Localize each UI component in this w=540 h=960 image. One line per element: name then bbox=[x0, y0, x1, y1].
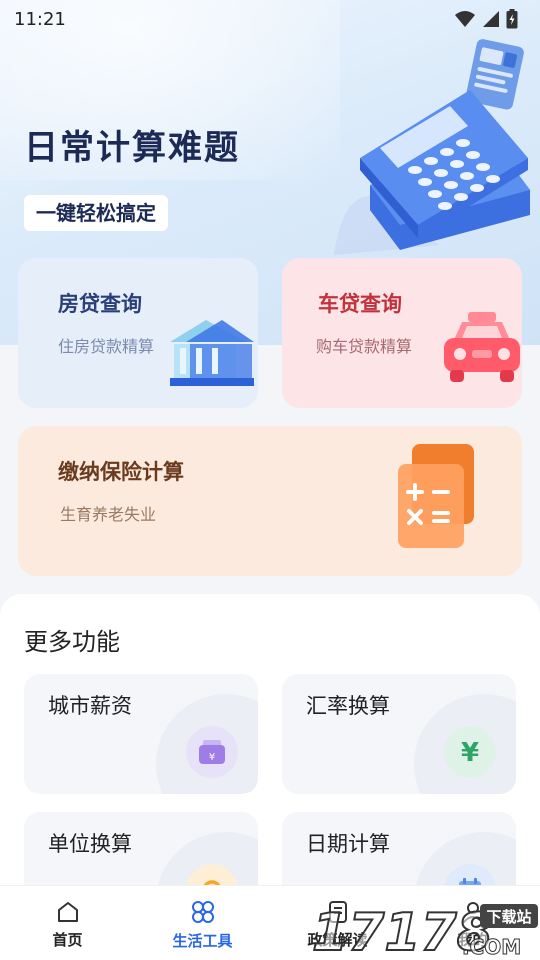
insurance-calc-title: 缴纳保险计算 bbox=[58, 460, 184, 484]
status-bar: 11:21 bbox=[0, 0, 540, 38]
exchange-rate-tile[interactable]: 汇率换算 ¥ bbox=[282, 674, 516, 794]
bottom-tab-bar: 首页 生活工具 政策解读 我的 bbox=[0, 885, 540, 960]
bank-icon bbox=[170, 320, 254, 386]
car-loan-desc: 购车贷款精算 bbox=[316, 337, 413, 356]
wallet-icon: ¥ bbox=[186, 726, 238, 778]
svg-text:¥: ¥ bbox=[209, 752, 215, 763]
tab-policy-label: 政策解读 bbox=[307, 930, 368, 949]
document-icon bbox=[328, 900, 347, 923]
city-salary-tile[interactable]: 城市薪资 ¥ bbox=[24, 674, 258, 794]
tab-home[interactable]: 首页 bbox=[0, 886, 135, 960]
wifi-icon bbox=[455, 11, 475, 27]
status-icons bbox=[454, 9, 518, 29]
hero-subtitle: 一键轻松搞定 bbox=[24, 195, 168, 231]
exchange-rate-label: 汇率换算 bbox=[306, 694, 390, 718]
house-loan-title: 房贷查询 bbox=[58, 292, 142, 316]
hero-title: 日常计算难题 bbox=[24, 128, 240, 168]
tab-mine-label: 我的 bbox=[457, 930, 488, 949]
car-icon bbox=[444, 312, 520, 382]
clover-icon bbox=[191, 900, 214, 923]
status-time: 11:21 bbox=[14, 8, 66, 30]
signal-icon bbox=[483, 11, 499, 27]
calculator-illustration-icon bbox=[334, 39, 530, 255]
car-loan-card[interactable]: 车贷查询 购车贷款精算 bbox=[282, 258, 522, 408]
car-loan-title: 车贷查询 bbox=[318, 292, 402, 316]
calculator-icon bbox=[398, 444, 474, 548]
more-functions-panel: 更多功能 城市薪资 ¥ 汇率换算 ¥ 单位换算 日期计算 bbox=[0, 594, 540, 932]
city-salary-label: 城市薪资 bbox=[48, 694, 132, 718]
house-loan-card[interactable]: 房贷查询 住房贷款精算 bbox=[18, 258, 258, 408]
tab-mine[interactable]: 我的 bbox=[405, 886, 540, 960]
insurance-calc-desc: 生育养老失业 bbox=[60, 505, 157, 524]
tab-life-tools[interactable]: 生活工具 bbox=[135, 886, 270, 960]
unit-conversion-label: 单位换算 bbox=[48, 832, 132, 856]
tab-life-tools-label: 生活工具 bbox=[172, 931, 233, 950]
date-calc-label: 日期计算 bbox=[306, 832, 390, 856]
yuan-icon: ¥ bbox=[444, 726, 496, 778]
user-icon bbox=[461, 901, 484, 924]
battery-icon bbox=[506, 9, 518, 29]
insurance-calc-card[interactable]: 缴纳保险计算 生育养老失业 bbox=[18, 426, 522, 576]
tab-home-label: 首页 bbox=[52, 930, 83, 949]
tab-policy[interactable]: 政策解读 bbox=[270, 886, 405, 960]
svg-text:¥: ¥ bbox=[461, 738, 479, 767]
home-icon bbox=[57, 901, 78, 922]
more-functions-title: 更多功能 bbox=[24, 628, 120, 656]
house-loan-desc: 住房贷款精算 bbox=[58, 337, 155, 356]
